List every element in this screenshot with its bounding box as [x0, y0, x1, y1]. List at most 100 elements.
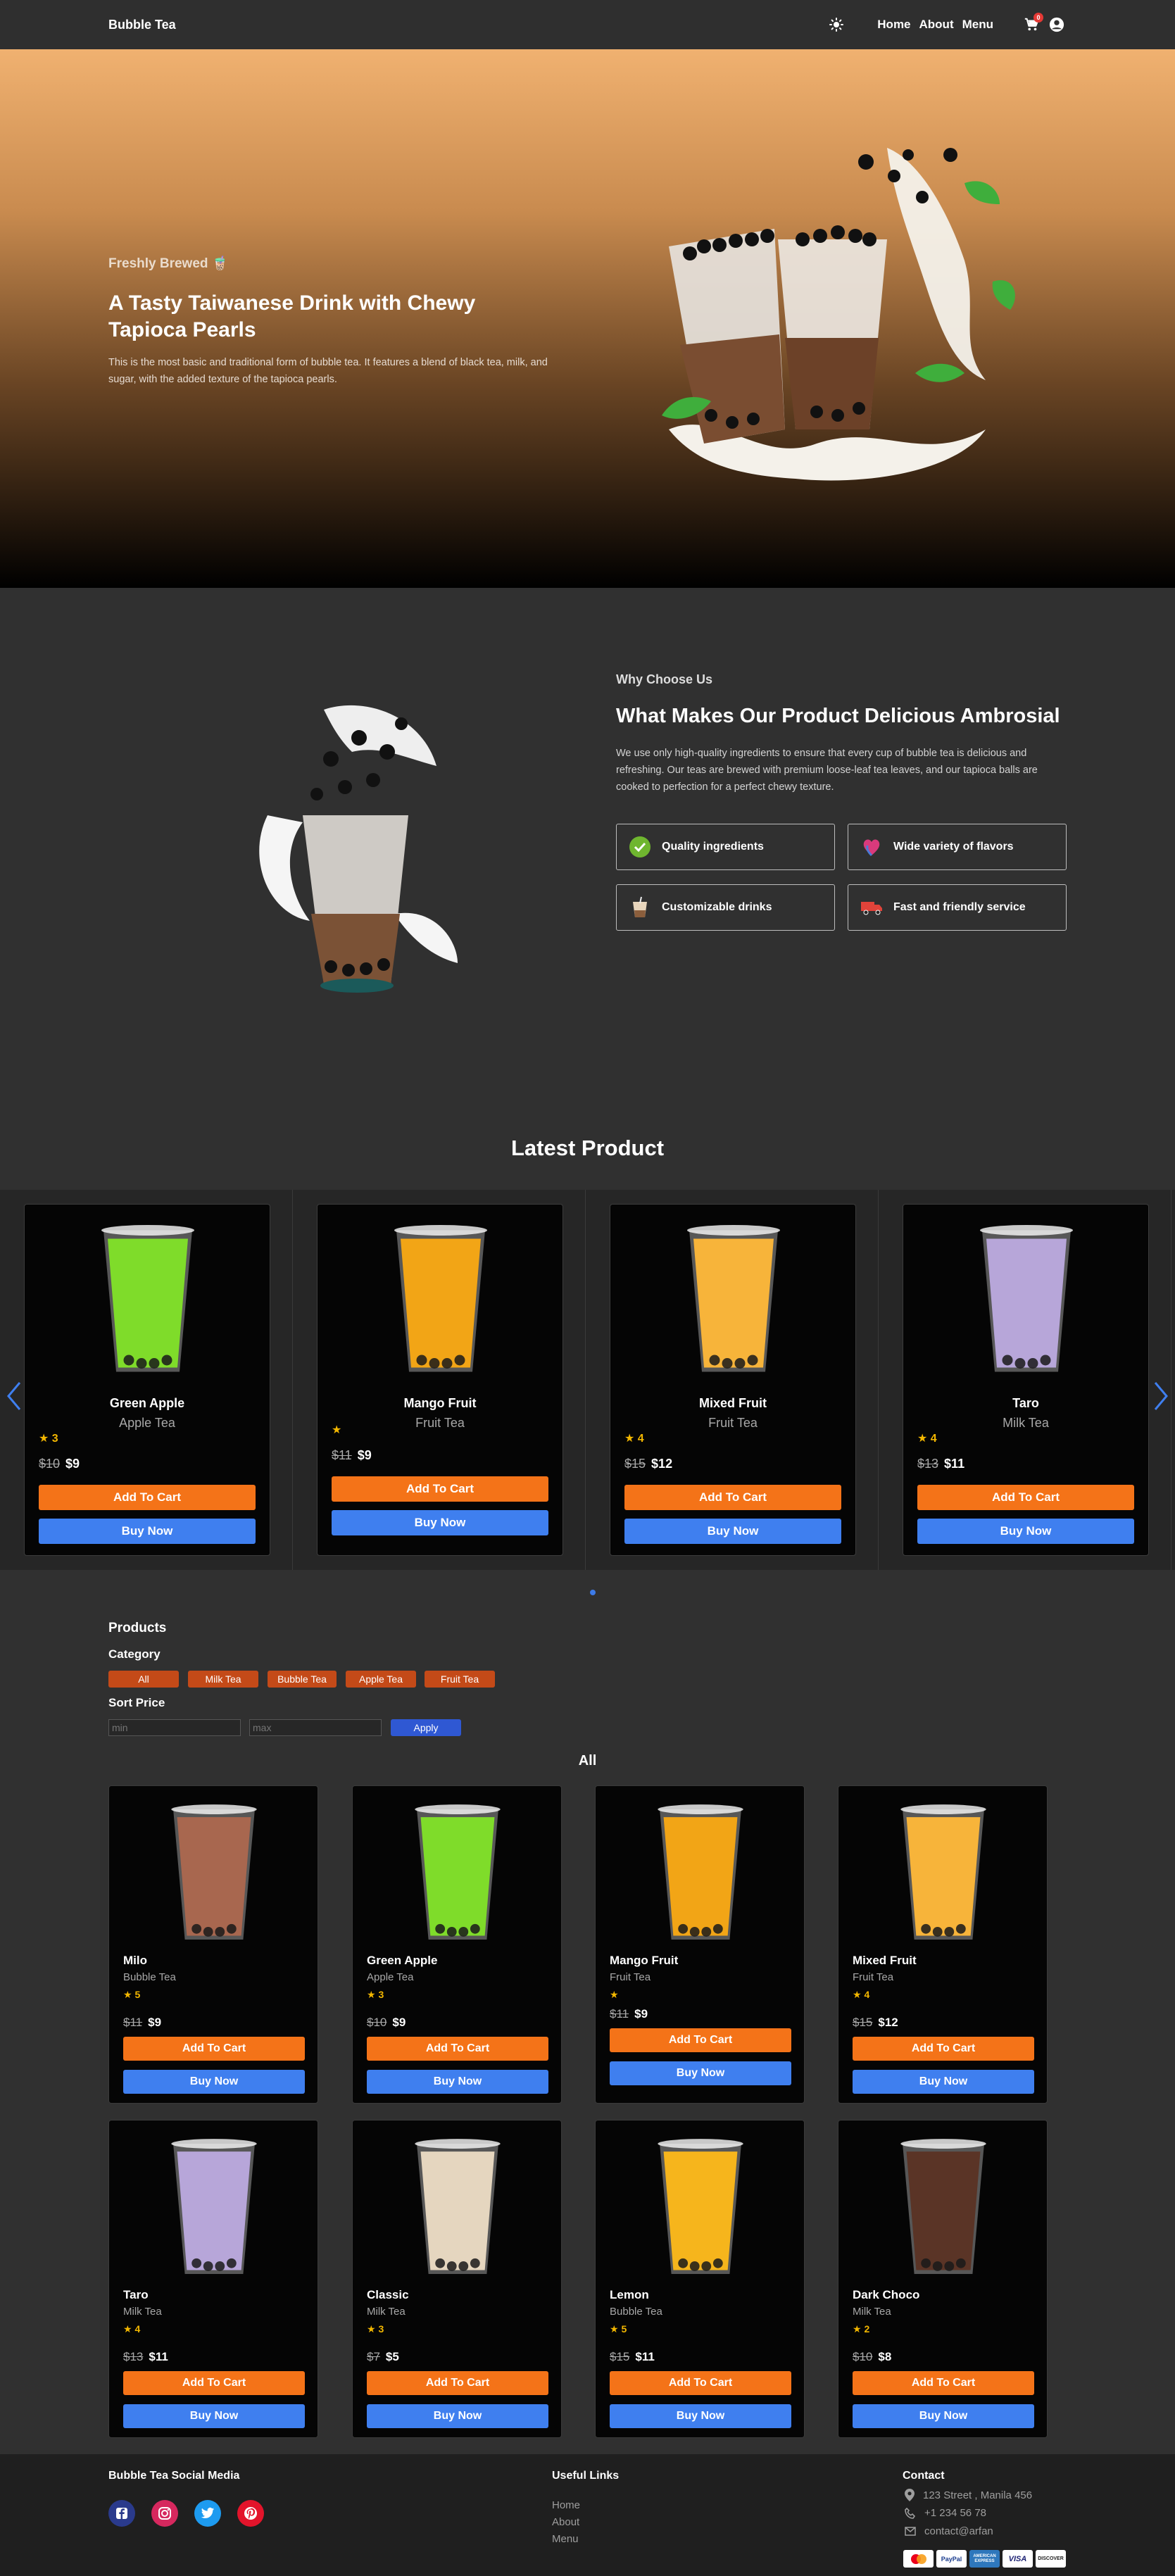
buy-now-button[interactable]: Buy Now — [917, 1519, 1134, 1544]
apply-filter-button[interactable]: Apply — [391, 1719, 461, 1736]
nav-link-home[interactable]: Home — [877, 18, 910, 32]
add-to-cart-button[interactable]: Add To Cart — [367, 2037, 548, 2061]
product-name: Mango Fruit — [610, 1954, 679, 1967]
product-rating: ★ 3 — [367, 2323, 384, 2335]
nav-right: Home About Menu 0 — [827, 13, 1067, 37]
feature-label: Fast and friendly service — [893, 901, 1026, 913]
footer-link-home[interactable]: Home — [552, 2499, 580, 2511]
carousel-slide: Green Apple Apple Tea ★ 3 $10 $9 Add To Cart B… — [0, 1190, 293, 1570]
hero-title: A Tasty Taiwanese Drink with Chewy Tapio… — [108, 291, 476, 341]
carousel-next-arrow-icon[interactable] — [1152, 1378, 1169, 1414]
buy-now-button[interactable]: Buy Now — [853, 2070, 1034, 2094]
old-price: $11 — [123, 2016, 143, 2029]
sort-price-label: Sort Price — [108, 1696, 165, 1709]
carousel-slide: Mixed Fruit Fruit Tea ★ 4 $15 $12 Add To Cart… — [586, 1190, 879, 1570]
star-icon: ★ — [624, 1433, 638, 1445]
current-price: $5 — [385, 2350, 399, 2363]
product-category: Milk Tea — [853, 2306, 891, 2318]
product-rating: ★ 4 — [853, 1989, 869, 2001]
product-cup-image — [900, 1804, 986, 1940]
pinterest-icon[interactable] — [237, 2500, 264, 2527]
category-chip-all[interactable]: All — [108, 1671, 179, 1688]
buy-now-button[interactable]: Buy Now — [123, 2404, 305, 2428]
buy-now-button[interactable]: Buy Now — [39, 1519, 256, 1544]
rating-value: 2 — [864, 2323, 870, 2335]
user-account-icon[interactable] — [1047, 15, 1067, 34]
buy-now-button[interactable]: Buy Now — [853, 2404, 1034, 2428]
buy-now-button[interactable]: Buy Now — [610, 2061, 791, 2085]
carousel-prev-arrow-icon[interactable] — [6, 1378, 23, 1414]
add-to-cart-button[interactable]: Add To Cart — [123, 2371, 305, 2395]
add-to-cart-button[interactable]: Add To Cart — [123, 2037, 305, 2061]
footer-link-about[interactable]: About — [552, 2516, 579, 2528]
rating-value: 3 — [378, 1989, 384, 2000]
footer-link-menu[interactable]: Menu — [552, 2533, 579, 2545]
category-chip-milk-tea[interactable]: Milk Tea — [188, 1671, 258, 1688]
product-card: Green Apple Apple Tea ★ 3 $10 $9 Add To Cart B… — [352, 1785, 562, 2104]
buy-now-button[interactable]: Buy Now — [367, 2404, 548, 2428]
add-to-cart-button[interactable]: Add To Cart — [853, 2371, 1034, 2395]
current-price: $8 — [878, 2350, 892, 2363]
twitter-icon[interactable] — [194, 2500, 221, 2527]
why-title: What Makes Our Product Delicious Ambrosi… — [616, 705, 1060, 727]
carousel-slide: Taro Milk Tea ★ 4 $13 $11 Add To Cart Buy Now — [879, 1190, 1171, 1570]
product-rating: ★ 5 — [123, 1989, 140, 2001]
product-price: $10 $9 — [367, 2016, 406, 2030]
nav-link-about[interactable]: About — [919, 18, 954, 32]
discover-label: DISCOVER — [1038, 2556, 1064, 2561]
current-price: $12 — [878, 2016, 898, 2029]
add-to-cart-button[interactable]: Add To Cart — [332, 1476, 548, 1502]
rating-value: 5 — [134, 1989, 141, 2000]
buy-now-button[interactable]: Buy Now — [624, 1519, 841, 1544]
contact-phone: +1 234 56 78 — [924, 2507, 987, 2519]
why-subtitle: Why Choose Us — [616, 672, 713, 686]
add-to-cart-button[interactable]: Add To Cart — [367, 2371, 548, 2395]
buy-now-button[interactable]: Buy Now — [123, 2070, 305, 2094]
product-rating: ★ 4 — [917, 1431, 937, 1445]
product-cup-image — [980, 1225, 1073, 1372]
add-to-cart-button[interactable]: Add To Cart — [853, 2037, 1034, 2061]
latest-product-carousel: Green Apple Apple Tea ★ 3 $10 $9 Add To Cart B… — [0, 1190, 1175, 1570]
old-price: $10 — [367, 2016, 387, 2029]
star-icon: ★ — [332, 1424, 342, 1436]
add-to-cart-button[interactable]: Add To Cart — [610, 2028, 791, 2052]
carousel-dot-active[interactable] — [590, 1590, 596, 1595]
product-cup-image — [415, 2139, 501, 2274]
star-icon: ★ — [367, 2323, 379, 2335]
add-to-cart-button[interactable]: Add To Cart — [39, 1485, 256, 1510]
rating-value: 4 — [637, 1433, 644, 1445]
old-price: $15 — [624, 1457, 646, 1471]
category-chip-apple-tea[interactable]: Apple Tea — [346, 1671, 416, 1688]
product-cup-image — [394, 1225, 487, 1372]
current-price: $9 — [634, 2007, 648, 2021]
category-chip-fruit-tea[interactable]: Fruit Tea — [425, 1671, 495, 1688]
rating-value: 3 — [51, 1433, 58, 1445]
old-price: $13 — [917, 1457, 939, 1471]
feature-label: Customizable drinks — [662, 901, 772, 913]
facebook-icon[interactable] — [108, 2500, 135, 2527]
old-price: $11 — [332, 1448, 352, 1462]
buy-now-button[interactable]: Buy Now — [610, 2404, 791, 2428]
cart-icon[interactable]: 0 — [1022, 13, 1043, 34]
product-rating: ★ 3 — [39, 1431, 58, 1445]
buy-now-button[interactable]: Buy Now — [367, 2070, 548, 2094]
buy-now-button[interactable]: Buy Now — [332, 1510, 548, 1535]
rating-value: 4 — [134, 2323, 141, 2335]
hero-subtitle: Freshly Brewed 🧋 — [108, 256, 229, 271]
product-price: $11 $9 — [610, 2007, 648, 2021]
product-rating: ★ 5 — [610, 2323, 627, 2335]
instagram-icon[interactable] — [151, 2500, 178, 2527]
product-price: $13 $11 — [917, 1457, 964, 1471]
add-to-cart-button[interactable]: Add To Cart — [917, 1485, 1134, 1510]
add-to-cart-button[interactable]: Add To Cart — [610, 2371, 791, 2395]
max-price-input[interactable] — [249, 1719, 382, 1736]
category-label: Category — [108, 1647, 161, 1661]
category-chip-bubble-tea[interactable]: Bubble Tea — [268, 1671, 337, 1688]
nav-link-menu[interactable]: Menu — [962, 18, 993, 32]
brand-logo[interactable]: Bubble Tea — [108, 18, 176, 32]
theme-toggle-sun-icon[interactable] — [827, 15, 846, 34]
contact-email: contact@arfan — [924, 2525, 993, 2537]
min-price-input[interactable] — [108, 1719, 241, 1736]
add-to-cart-button[interactable]: Add To Cart — [624, 1485, 841, 1510]
current-price: $11 — [944, 1457, 965, 1471]
